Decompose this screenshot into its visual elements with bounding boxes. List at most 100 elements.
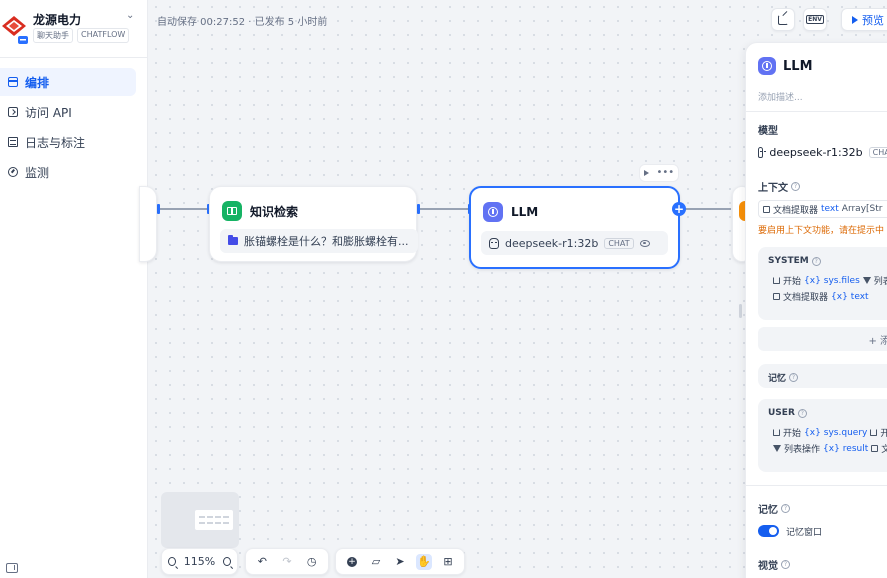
knowledge-retrieval-node[interactable]: 知识检索 胀锚螺栓是什么？和膨胀螺栓有...	[209, 186, 418, 262]
sidebar-item-orchestrate[interactable]: 编排	[0, 68, 136, 96]
model-mode-tag: CHAT	[604, 237, 634, 249]
home-icon	[773, 429, 780, 436]
edge-llm-next	[679, 208, 731, 210]
edge-start-knowledge	[158, 208, 208, 210]
log-icon	[8, 137, 18, 147]
export-button[interactable]	[771, 8, 795, 31]
history-icon[interactable]: ◷	[304, 554, 320, 570]
model-mode-tag: CHAT	[868, 146, 887, 158]
memory-window-label: 记忆窗口	[786, 528, 823, 538]
sidebar-item-label: 监测	[25, 165, 50, 180]
gauge-icon	[8, 167, 18, 177]
minimap[interactable]	[161, 492, 239, 548]
start-node[interactable]	[139, 186, 157, 262]
help-icon: ?	[791, 182, 800, 191]
filter-icon	[862, 277, 871, 284]
context-label: 上下文?	[758, 179, 800, 194]
node-title: 知识检索	[222, 201, 298, 221]
redo-icon[interactable]: ↷	[279, 554, 295, 570]
query-text: 胀锚螺栓是什么？和膨胀螺栓有...	[244, 235, 409, 248]
node-icon	[763, 205, 770, 213]
app-mode-tag: 聊天助手	[33, 28, 73, 43]
edge-knowledge-llm	[419, 208, 471, 210]
panel-resize-handle[interactable]	[739, 304, 742, 318]
memory-window-toggle[interactable]	[758, 525, 779, 537]
node-icon	[773, 293, 780, 300]
play-icon	[852, 15, 858, 24]
hand-icon[interactable]: ✋	[416, 553, 432, 570]
add-node-icon[interactable]: +	[672, 202, 686, 216]
brain-icon	[483, 202, 503, 222]
app-header[interactable]: 龙源电力 ⌄ 聊天助手 CHATFLOW	[0, 0, 148, 58]
panel-title-text[interactable]: LLM	[783, 59, 813, 74]
undo-icon[interactable]: ↶	[254, 554, 270, 570]
context-variable-selector[interactable]: 文档提取器 text Array[Str	[758, 200, 887, 218]
minimap-line	[199, 522, 229, 524]
sidebar-item-api[interactable]: 访问 API	[0, 98, 136, 126]
app-type-tag: CHATFLOW	[77, 28, 130, 43]
description-input[interactable]: 添加描述...	[758, 90, 803, 103]
prompt-line: 开始 {x}sys.query 开	[773, 426, 887, 439]
organize-icon[interactable]: ⊞	[440, 554, 456, 570]
model-name: deepseek-r1:32b	[505, 236, 599, 250]
zoom-level[interactable]: 115%	[184, 555, 215, 568]
help-icon: ?	[789, 373, 799, 382]
node-handle[interactable]	[417, 204, 420, 214]
panel-divider	[746, 485, 887, 486]
note-icon[interactable]: ▱	[368, 554, 384, 570]
memory-label: 记忆?	[758, 501, 790, 516]
llm-node[interactable]: LLM deepseek-r1:32b CHAT	[469, 186, 680, 269]
vision-label: 视觉?	[758, 557, 790, 572]
zoom-controls: 115%	[161, 548, 238, 575]
help-icon: ?	[811, 256, 821, 266]
home-icon	[773, 277, 780, 284]
add-block-icon[interactable]: +	[344, 554, 360, 570]
model-label: 模型	[758, 126, 778, 137]
home-icon	[870, 429, 878, 436]
panel-title: LLM	[758, 57, 813, 75]
system-prompt-editor[interactable]: SYSTEM? 6 开始 {x}sys.files 列表 文档提取器 {x}te…	[758, 247, 887, 320]
filter-icon	[773, 445, 781, 452]
model-name: deepseek-r1:32b	[769, 145, 863, 159]
zoom-in-icon[interactable]	[223, 557, 231, 566]
model-icon	[489, 237, 499, 249]
run-node-icon[interactable]	[643, 170, 649, 176]
node-title-text: 知识检索	[250, 204, 299, 219]
app-logo-icon	[2, 16, 28, 44]
help-icon: ?	[781, 560, 790, 569]
memory-block: 记忆?	[758, 364, 887, 388]
minimap-node	[195, 510, 233, 530]
env-button[interactable]: ENV	[803, 8, 827, 31]
sidebar-item-monitor[interactable]: 监测	[0, 158, 136, 186]
preview-button[interactable]: 预览	[841, 8, 887, 31]
export-icon	[778, 14, 788, 25]
sidebar-item-logs[interactable]: 日志与标注	[0, 128, 136, 156]
eye-icon	[639, 239, 650, 247]
prompt-line: 开始 {x}sys.files 列表	[773, 274, 887, 287]
chevron-down-icon[interactable]: ⌄	[126, 10, 134, 21]
user-prompt-editor[interactable]: USER? 开始 {x}sys.query 开 列表操作 {x}result 文	[758, 399, 887, 472]
brain-icon	[758, 57, 776, 75]
pointer-icon[interactable]: ➤	[392, 554, 408, 570]
add-message-button[interactable]: + 添	[758, 327, 887, 351]
help-icon: ?	[781, 504, 790, 513]
sidebar-nav: 编排 访问 API 日志与标注 监测	[0, 68, 148, 188]
more-icon[interactable]: •••	[656, 168, 674, 178]
node-title-text: LLM	[511, 205, 539, 219]
sidebar-collapse-icon[interactable]	[6, 563, 18, 573]
memory-inline-label: 记忆?	[768, 371, 799, 384]
sidebar-item-label: 日志与标注	[25, 135, 86, 150]
sidebar-divider	[0, 57, 148, 58]
system-label: SYSTEM?	[768, 256, 821, 266]
help-icon: ?	[797, 408, 807, 418]
node-query: 胀锚螺栓是什么？和膨胀螺栓有...	[220, 229, 418, 253]
node-handle[interactable]	[157, 204, 160, 214]
node-toolbar: •••	[639, 164, 679, 182]
model-selector[interactable]: deepseek-r1:32b CHAT	[758, 141, 887, 163]
app-name: 龙源电力	[33, 13, 82, 27]
zoom-out-icon[interactable]	[168, 557, 176, 566]
preview-label: 预览	[862, 13, 884, 27]
panel-divider	[746, 111, 887, 112]
sidebar-item-label: 编排	[25, 75, 50, 90]
context-warning: 要启用上下文功能，请在提示中	[758, 226, 885, 236]
